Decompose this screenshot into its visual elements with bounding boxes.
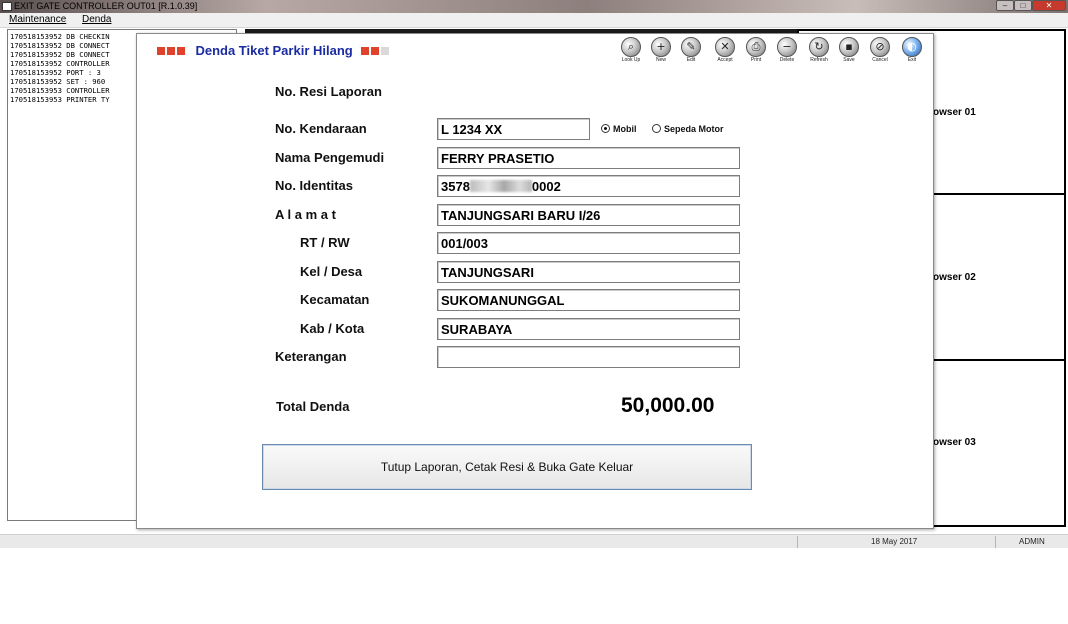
toolbar-label: Refresh bbox=[810, 57, 828, 63]
toolbar-print-button[interactable]: ⎙ Print bbox=[742, 36, 770, 64]
status-bar: 18 May 2017 ADMIN bbox=[0, 534, 1068, 548]
minimize-button[interactable]: – bbox=[996, 0, 1014, 11]
toolbar-label: Exit bbox=[907, 57, 917, 63]
total-denda-label: Total Denda bbox=[276, 399, 350, 414]
radio-mobil-label: Mobil bbox=[613, 124, 637, 134]
cancel-icon: ⊘ bbox=[870, 37, 890, 57]
kabkota-input[interactable]: SURABAYA bbox=[437, 318, 740, 340]
delete-icon: − bbox=[777, 37, 797, 57]
title-decor-icon bbox=[381, 46, 390, 55]
log-line: 170518153952 PORT : 3 bbox=[10, 68, 101, 77]
accept-icon: ✕ bbox=[715, 37, 735, 57]
dialog-title-bar: Denda Tiket Parkir Hilang bbox=[157, 42, 391, 59]
pengemudi-input[interactable]: FERRY PRASETIO bbox=[437, 147, 740, 169]
log-line: 170518153952 DB CHECKIN bbox=[10, 32, 110, 41]
log-line: 170518153952 DB CONNECT bbox=[10, 41, 110, 50]
radio-motor-label: Sepeda Motor bbox=[664, 124, 724, 134]
lookup-icon: ⌕ bbox=[621, 37, 641, 57]
pengemudi-label: Nama Pengemudi bbox=[275, 150, 385, 165]
exit-icon: ◐ bbox=[902, 37, 922, 57]
keterangan-label: Keterangan bbox=[275, 349, 347, 364]
kel-input[interactable]: TANJUNGSARI bbox=[437, 261, 740, 283]
title-decor-icon bbox=[157, 46, 165, 55]
title-decor-icon bbox=[167, 46, 175, 55]
log-line: 170518153952 CONTROLLER bbox=[10, 59, 110, 68]
close-button[interactable]: ✕ bbox=[1032, 0, 1066, 11]
status-separator bbox=[995, 536, 996, 548]
toolbar-label: Cancel bbox=[872, 57, 888, 63]
radio-mobil[interactable]: Mobil bbox=[601, 124, 637, 134]
title-decor-icon bbox=[177, 46, 185, 55]
dialog-title: Denda Tiket Parkir Hilang bbox=[195, 43, 353, 59]
toolbar-exit-button[interactable]: ◐ Exit bbox=[898, 36, 926, 64]
kecamatan-label: Kecamatan bbox=[300, 292, 370, 307]
identitas-suffix: 0002 bbox=[531, 179, 561, 194]
edit-icon: ✎ bbox=[681, 37, 701, 57]
toolbar-accept-button[interactable]: ✕ Accept bbox=[711, 36, 739, 64]
browser-label: owser 02 bbox=[933, 272, 976, 283]
identitas-prefix: 3578 bbox=[441, 179, 470, 194]
rtrw-input[interactable]: 001/003 bbox=[437, 232, 740, 254]
maximize-button[interactable]: □ bbox=[1014, 0, 1032, 11]
toolbar-lookup-button[interactable]: ⌕ Look Up bbox=[617, 36, 645, 64]
menu-maintenance[interactable]: Maintenance bbox=[9, 14, 66, 25]
kendaraan-label: No. Kendaraan bbox=[275, 121, 367, 136]
toolbar-label: Look Up bbox=[621, 57, 641, 63]
alamat-label: A l a m a t bbox=[275, 207, 336, 222]
redacted-block bbox=[469, 180, 532, 192]
log-line: 170518153952 DB CONNECT bbox=[10, 50, 110, 59]
toolbar-label: Accept bbox=[717, 57, 733, 63]
radio-mobil-indicator bbox=[601, 124, 610, 133]
kabkota-label: Kab / Kota bbox=[300, 321, 365, 336]
menu-bar: Maintenance Denda bbox=[0, 13, 1068, 28]
status-separator bbox=[797, 536, 798, 548]
toolbar-refresh-button[interactable]: ↻ Refresh bbox=[805, 36, 833, 64]
toolbar-label: New bbox=[655, 57, 666, 63]
close-report-print-open-gate-button[interactable]: Tutup Laporan, Cetak Resi & Buka Gate Ke… bbox=[262, 444, 752, 490]
toolbar-new-button[interactable]: + New bbox=[647, 36, 675, 64]
log-line: 170518153953 CONTROLLER bbox=[10, 86, 110, 95]
save-icon: ▪ bbox=[839, 37, 859, 57]
window-title-bar: EXIT GATE CONTROLLER OUT01 [R.1.0.39] – … bbox=[0, 0, 1068, 13]
toolbar-delete-button[interactable]: − Delete bbox=[773, 36, 801, 64]
alamat-input[interactable]: TANJUNGSARI BARU I/26 bbox=[437, 204, 740, 226]
print-icon: ⎙ bbox=[746, 37, 766, 57]
toolbar-cancel-button[interactable]: ⊘ Cancel bbox=[866, 36, 894, 64]
keterangan-input[interactable] bbox=[437, 346, 740, 368]
title-decor-icon bbox=[371, 46, 380, 55]
radio-sepeda-motor[interactable]: Sepeda Motor bbox=[652, 124, 724, 134]
log-line: 170518153953 PRINTER TY bbox=[10, 95, 110, 104]
app-icon bbox=[2, 2, 12, 11]
denda-dialog: Denda Tiket Parkir Hilang ⌕ Look Up + Ne… bbox=[136, 33, 934, 529]
menu-denda[interactable]: Denda bbox=[82, 14, 111, 25]
kel-label: Kel / Desa bbox=[300, 264, 363, 279]
toolbar-label: Delete bbox=[779, 57, 795, 63]
kendaraan-input[interactable]: L 1234 XX bbox=[437, 118, 590, 140]
log-line: 170518153952 SET : 960 bbox=[10, 77, 106, 86]
title-decor-icon bbox=[361, 46, 370, 55]
toolbar-label: Save bbox=[843, 57, 855, 63]
browser-label: owser 01 bbox=[933, 107, 976, 118]
toolbar-label: Edit bbox=[686, 57, 696, 63]
toolbar-save-button[interactable]: ▪ Save bbox=[835, 36, 863, 64]
identitas-label: No. Identitas bbox=[275, 178, 354, 193]
identitas-input[interactable]: 3578 0002 bbox=[437, 175, 740, 197]
toolbar-edit-button[interactable]: ✎ Edit bbox=[677, 36, 705, 64]
total-denda-value: 50,000.00 bbox=[621, 394, 715, 417]
resi-label: No. Resi Laporan bbox=[275, 84, 382, 99]
kecamatan-input[interactable]: SUKOMANUNGGAL bbox=[437, 289, 740, 311]
radio-motor-indicator bbox=[652, 124, 661, 133]
rtrw-label: RT / RW bbox=[300, 235, 350, 250]
refresh-icon: ↻ bbox=[809, 37, 829, 57]
status-user: ADMIN bbox=[1019, 537, 1045, 546]
toolbar-label: Print bbox=[750, 57, 762, 63]
status-date: 18 May 2017 bbox=[871, 537, 918, 546]
window-title: EXIT GATE CONTROLLER OUT01 [R.1.0.39] bbox=[14, 1, 198, 11]
browser-label: owser 03 bbox=[933, 437, 976, 448]
new-icon: + bbox=[651, 37, 671, 57]
